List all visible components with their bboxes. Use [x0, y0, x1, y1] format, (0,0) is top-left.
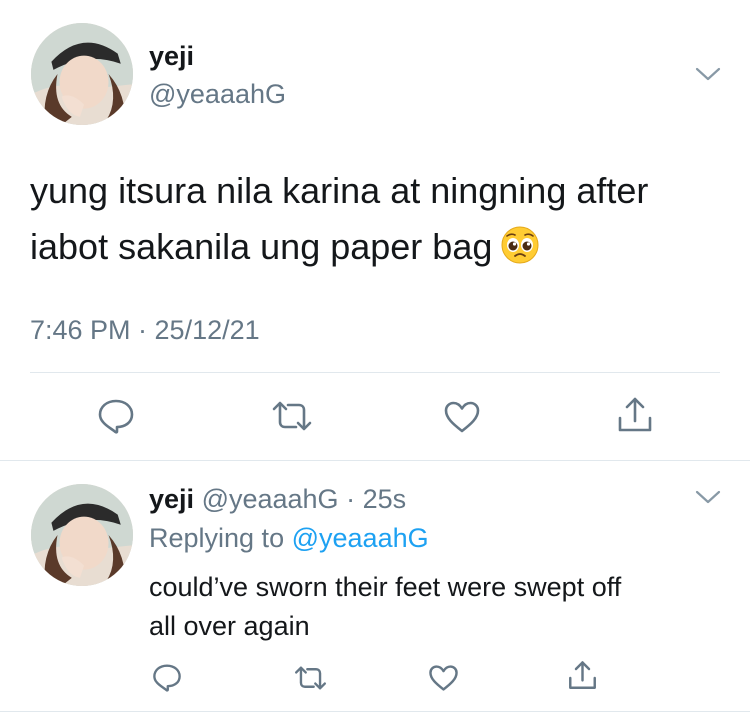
share-icon[interactable] — [616, 396, 654, 434]
retweet-icon[interactable] — [270, 400, 314, 432]
time-ago[interactable]: 25s — [363, 484, 407, 514]
display-name[interactable]: yeji — [149, 41, 194, 72]
user-handle[interactable]: @yeaaahG — [202, 484, 339, 514]
tweet-text-line: iabot sakanila ung paper bag — [30, 219, 648, 275]
reply-text: could’ve sworn their feet were swept off… — [149, 568, 621, 646]
reply-header: yeji @yeaaahG · 25s — [149, 484, 406, 515]
user-handle[interactable]: @yeaaahG — [149, 79, 286, 110]
share-icon[interactable] — [567, 660, 598, 691]
chevron-down-icon[interactable] — [695, 489, 721, 505]
tweet-text-line: yung itsura nila karina at ningning afte… — [30, 170, 649, 211]
divider — [0, 460, 750, 461]
like-icon[interactable] — [428, 664, 459, 692]
avatar[interactable] — [31, 484, 133, 586]
reply-icon[interactable] — [97, 398, 135, 434]
tweet-timestamp[interactable]: 7:46 PM · 25/12/21 — [30, 315, 260, 346]
chevron-down-icon[interactable] — [695, 66, 721, 82]
replying-to-link[interactable]: @yeaaahG — [292, 523, 429, 553]
divider — [0, 711, 750, 712]
divider — [30, 372, 720, 373]
pleading-face-emoji-icon — [500, 225, 540, 265]
reply-text-line: could’ve sworn their feet were swept off — [149, 572, 622, 602]
separator-dot: · — [346, 484, 356, 514]
reply-text-line: all over again — [149, 611, 310, 641]
replying-to-label: Replying to — [149, 523, 285, 553]
display-name[interactable]: yeji — [149, 484, 194, 514]
replying-to: Replying to @yeaaahG — [149, 523, 429, 554]
avatar[interactable] — [31, 23, 133, 125]
reply-icon[interactable] — [152, 663, 182, 692]
retweet-icon[interactable] — [293, 665, 328, 691]
tweet-text-segment: iabot sakanila ung paper bag — [30, 226, 493, 267]
like-icon[interactable] — [443, 400, 481, 434]
tweet-text: yung itsura nila karina at ningning afte… — [30, 163, 648, 275]
